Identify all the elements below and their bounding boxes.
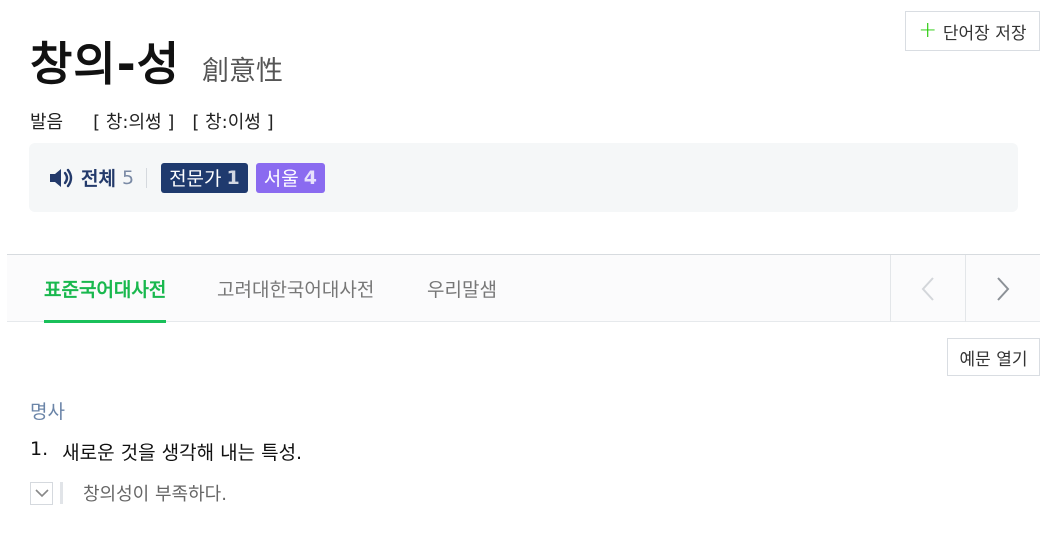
tab-urimalsaem[interactable]: 우리말샘 (427, 255, 497, 322)
example-row: 창의성이 부족하다. (30, 480, 227, 506)
badge-count: 4 (303, 166, 317, 189)
divider (60, 482, 63, 504)
dictionary-tabs: 표준국어대사전 고려대한국어대사전 우리말샘 (7, 254, 1040, 323)
divider (146, 167, 148, 188)
audio-all-count: 5 (121, 166, 135, 189)
badge-label: 전문가 (169, 168, 222, 190)
definition-text: 새로운 것을 생각해 내는 특성. (62, 442, 303, 464)
chevron-left-icon (921, 276, 934, 301)
part-of-speech: 명사 (30, 401, 65, 423)
plus-icon: + (918, 18, 937, 43)
example-sentence: 창의성이 부족하다. (83, 484, 227, 505)
pronunciation-variant: [ 창:이썽 ] (192, 112, 274, 133)
example-expand-button[interactable] (30, 481, 53, 505)
audio-panel: 전체 5 전문가 1 서울 4 (29, 143, 1018, 212)
seoul-audio-badge[interactable]: 서울 4 (255, 162, 325, 193)
chevron-right-icon (997, 276, 1010, 301)
entry-header: 창의-성 創意性 (30, 28, 283, 94)
open-examples-button[interactable]: 예문 열기 (947, 338, 1040, 376)
pronunciation-row: 발음 [ 창:의썽 ] [ 창:이썽 ] (30, 108, 274, 134)
save-button-label: 단어장 저장 (942, 23, 1027, 44)
pronunciation-label: 발음 (30, 112, 64, 133)
tab-standard-dictionary[interactable]: 표준국어대사전 (44, 255, 167, 323)
audio-all-label[interactable]: 전체 (81, 164, 116, 191)
entry-word: 창의-성 (30, 37, 181, 91)
pronunciation-variant: [ 창:의썽 ] (93, 112, 175, 133)
chevron-down-icon (34, 488, 49, 497)
badge-count: 1 (226, 166, 240, 189)
definition-item: 1. 새로운 것을 생각해 내는 특성. (30, 438, 302, 465)
badge-label: 서울 (263, 168, 299, 190)
entry-hanja: 創意性 (202, 56, 284, 87)
expert-audio-badge[interactable]: 전문가 1 (161, 162, 248, 193)
tabs-prev-button[interactable] (890, 255, 965, 322)
tab-korea-univ-dictionary[interactable]: 고려대한국어대사전 (217, 255, 374, 322)
speaker-icon[interactable] (49, 167, 75, 189)
save-to-wordbook-button[interactable]: + 단어장 저장 (905, 11, 1040, 51)
tabs-next-button[interactable] (965, 255, 1040, 322)
definition-number: 1. (30, 438, 49, 460)
